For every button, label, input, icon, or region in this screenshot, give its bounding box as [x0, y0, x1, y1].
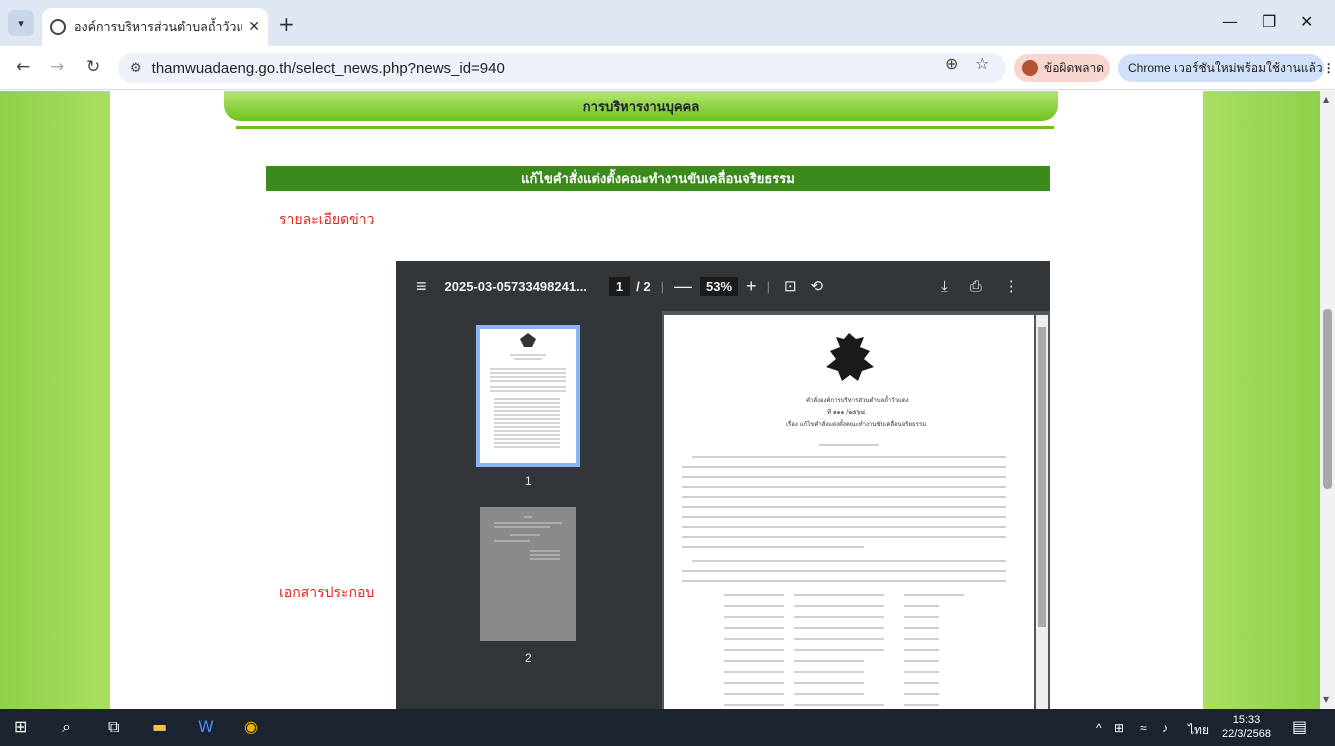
site-info-icon[interactable]: ⚙ — [130, 61, 142, 76]
volume-icon[interactable]: ♪ — [1162, 721, 1168, 735]
thumbnail-1-content — [490, 333, 566, 448]
notification-icon[interactable]: ▤ — [1292, 717, 1307, 736]
scroll-up-icon[interactable]: ▲ — [1323, 95, 1329, 104]
task-view-icon[interactable]: ⧉ — [108, 717, 119, 737]
forward-icon[interactable]: → — [50, 57, 64, 77]
zoom-input[interactable]: 53% — [700, 276, 739, 296]
pdf-document-page: คำสั่งองค์การบริหารส่วนตำบลถ้ำวัวแดง ที่… — [664, 315, 1034, 709]
search-icon[interactable]: ⌕ — [62, 717, 71, 737]
tray-chevron-icon[interactable]: ^ — [1096, 721, 1102, 735]
avatar — [1022, 60, 1038, 76]
pdf-filename: 2025-03-05733498241... — [444, 278, 587, 294]
download-icon[interactable]: ⤓ — [941, 278, 948, 295]
tab-strip: ▾ องค์การบริหารส่วนตำบลถ้ำวัวแดง อำ ✕ + … — [0, 0, 1335, 46]
pdf-scrollbar[interactable] — [1036, 315, 1048, 709]
fit-page-icon[interactable]: ⊡ — [784, 277, 797, 295]
page-total: / 2 — [636, 278, 651, 294]
profile-error-button[interactable]: ข้อผิดพลาด — [1014, 54, 1110, 82]
url-text: thamwuadaeng.go.th/select_news.php?news_… — [151, 59, 505, 77]
garuda-emblem — [826, 333, 874, 381]
web-page: การบริหารงานบุคคล แก้ไขคำสั่งแต่งตั้งคณะ… — [0, 91, 1320, 709]
tab-search-button[interactable]: ▾ — [8, 10, 34, 36]
close-icon[interactable]: ✕ — [248, 19, 260, 35]
language-indicator[interactable]: ไทย — [1188, 721, 1209, 740]
clock-time: 15:33 — [1232, 714, 1261, 726]
thumbnail-page-1[interactable] — [476, 325, 580, 467]
network-icon[interactable]: ⊞ — [1114, 721, 1124, 735]
restore-icon[interactable]: ❐ — [1262, 12, 1276, 31]
clock-date: 22/3/2568 — [1222, 728, 1271, 740]
scroll-down-icon[interactable]: ▼ — [1323, 695, 1329, 704]
page-scrollbar-thumb[interactable] — [1323, 309, 1332, 489]
word-icon[interactable]: W — [198, 717, 214, 736]
clock[interactable]: 15:33 22/3/2568 — [1222, 713, 1271, 741]
bookmark-star-icon[interactable]: ☆ — [975, 54, 989, 73]
rotate-icon[interactable]: ⟲ — [811, 277, 824, 295]
toolbar-separator: | — [766, 278, 770, 294]
back-icon[interactable]: ← — [16, 57, 30, 77]
chrome-icon[interactable]: ◉ — [244, 717, 258, 736]
more-vert-icon: ⋮ — [1322, 61, 1335, 75]
update-label: Chrome เวอร์ชันใหม่พร้อมใช้งานแล้ว — [1128, 60, 1323, 75]
browser-toolbar: ← → ↻ ⚙ thamwuadaeng.go.th/select_news.p… — [0, 46, 1335, 90]
thumbnail-2-label: 2 — [525, 651, 532, 665]
windows-start-icon[interactable]: ⊞ — [14, 717, 27, 736]
taskbar: ⊞ ⌕ ⧉ ▬ W ◉ ^ ⊞ ≈ ♪ ไทย 15:33 22/3/2568 … — [0, 709, 1335, 746]
doc-heading-3: เรื่อง แก้ไขคำสั่งแต่งตั้งคณะทำงานขับเคล… — [786, 421, 927, 428]
news-title: แก้ไขคำสั่งแต่งตั้งคณะทำงานขับเคลื่อนจริ… — [521, 172, 795, 187]
window-close-icon[interactable]: ✕ — [1300, 12, 1313, 31]
file-explorer-icon[interactable]: ▬ — [152, 717, 167, 736]
doc-heading-1: คำสั่งองค์การบริหารส่วนตำบลถ้ำวัวแดง — [806, 397, 909, 404]
thumbnail-1-label: 1 — [525, 474, 532, 488]
details-label: รายละเอียดข่าว — [279, 212, 375, 228]
zoom-out-icon[interactable]: — — [674, 276, 692, 297]
update-chrome-button[interactable]: Chrome เวอร์ชันใหม่พร้อมใช้งานแล้ว ⋮ — [1118, 54, 1335, 82]
browser-tab[interactable]: องค์การบริหารส่วนตำบลถ้ำวัวแดง อำ ✕ — [42, 8, 268, 46]
section-header: การบริหารงานบุคคล — [224, 91, 1058, 121]
attachments-label: เอกสารประกอบ — [279, 585, 375, 601]
thumbnail-2-content — [494, 516, 562, 560]
thumbnail-page-2[interactable] — [480, 507, 576, 641]
globe-icon — [50, 19, 66, 35]
pdf-toolbar: ≡ 2025-03-05733498241... 1 / 2 | — 53% +… — [396, 261, 1050, 311]
error-label: ข้อผิดพลาด — [1044, 60, 1105, 75]
zoom-icon[interactable]: ⊕ — [945, 54, 958, 73]
page-number-input[interactable]: 1 — [608, 276, 631, 296]
pdf-viewer[interactable]: ≡ 2025-03-05733498241... 1 / 2 | — 53% +… — [396, 261, 1050, 709]
page-scrollbar[interactable]: ▲ ▼ — [1320, 91, 1335, 709]
toolbar-separator: | — [660, 278, 665, 294]
zoom-in-icon[interactable]: + — [746, 276, 757, 297]
minimize-icon[interactable]: — — [1222, 12, 1238, 31]
pdf-scrollbar-thumb[interactable] — [1038, 327, 1046, 627]
doc-heading-2: ที่ ๑๑๑ /๒๕๖๘ — [827, 409, 866, 416]
left-green-border — [0, 91, 110, 709]
document-body — [682, 333, 1006, 706]
menu-icon[interactable]: ≡ — [416, 276, 427, 297]
wifi-icon[interactable]: ≈ — [1140, 721, 1147, 735]
reload-icon[interactable]: ↻ — [86, 57, 100, 77]
thumbnail-panel: 1 2 — [396, 311, 662, 709]
header-divider — [236, 126, 1054, 129]
section-header-text: การบริหารงานบุคคล — [582, 99, 700, 115]
right-green-border — [1203, 91, 1320, 709]
address-bar[interactable]: ⚙ thamwuadaeng.go.th/select_news.php?new… — [118, 53, 1006, 83]
print-icon[interactable]: ⎙ — [970, 278, 982, 295]
new-tab-button[interactable]: + — [278, 12, 295, 36]
chevron-down-icon: ▾ — [18, 16, 24, 30]
tab-title: องค์การบริหารส่วนตำบลถ้ำวัวแดง อำ — [74, 20, 243, 34]
news-title-bar: แก้ไขคำสั่งแต่งตั้งคณะทำงานขับเคลื่อนจริ… — [266, 166, 1050, 191]
more-vert-icon[interactable]: ⋮ — [1004, 277, 1019, 295]
